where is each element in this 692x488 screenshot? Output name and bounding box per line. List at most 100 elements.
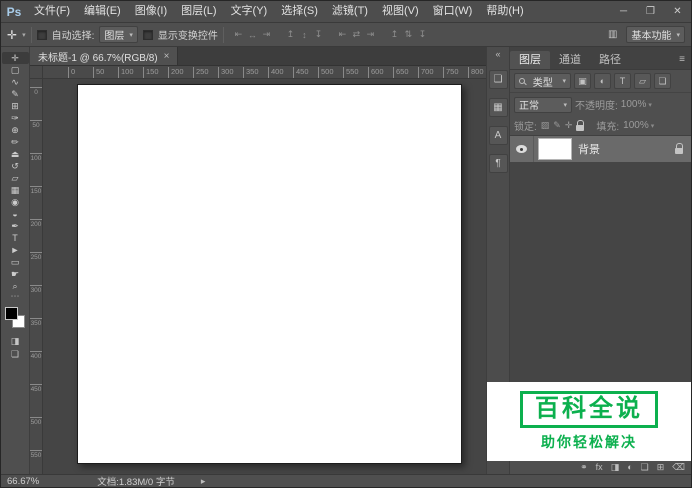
- smart-object-filter-icon[interactable]: ❏: [654, 73, 671, 89]
- tool-preset-caret-icon[interactable]: ▾: [22, 31, 26, 39]
- document-tab-bar: 未标题-1 @ 66.7%(RGB/8) ×: [30, 47, 486, 66]
- history-brush-tool[interactable]: ↺: [2, 160, 29, 172]
- canvas[interactable]: [77, 84, 462, 464]
- layer-group-icon[interactable]: ❑: [641, 463, 649, 472]
- align-left-icon[interactable]: ⇤: [232, 27, 245, 42]
- link-layers-icon[interactable]: ⚭: [580, 463, 588, 472]
- shape-filter-icon[interactable]: ▱: [634, 73, 651, 89]
- move-tool[interactable]: ✛: [2, 52, 29, 64]
- layer-thumbnail[interactable]: [538, 138, 572, 160]
- maximize-button[interactable]: ❐: [637, 1, 664, 22]
- ruler-tick: 0: [68, 67, 75, 78]
- spot-healing-brush-tool[interactable]: ⊕: [2, 124, 29, 136]
- clone-stamp-tool[interactable]: ⏏: [2, 148, 29, 160]
- path-selection-tool[interactable]: ►: [2, 244, 29, 256]
- blend-mode-dropdown[interactable]: 正常: [514, 97, 572, 113]
- align-bottom-icon[interactable]: ↧: [312, 27, 325, 42]
- paragraph-panel-icon[interactable]: ¶: [489, 154, 508, 173]
- tab-channels[interactable]: 通道: [550, 51, 590, 69]
- document-tab-title: 未标题-1 @ 66.7%(RGB/8): [38, 49, 158, 64]
- distribute-middle-icon[interactable]: ⇅: [402, 27, 415, 42]
- horizontal-ruler[interactable]: 0 50 100 150 200 250 300 350 400 450 500…: [43, 66, 486, 79]
- rectangle-tool[interactable]: ▭: [2, 256, 29, 268]
- layer-effects-icon[interactable]: fx: [596, 463, 603, 472]
- distribute-center-horizontal-icon[interactable]: ⇄: [350, 27, 363, 42]
- adjustment-filter-icon[interactable]: ◐: [594, 73, 611, 89]
- swatches-panel-icon[interactable]: ▦: [489, 98, 508, 117]
- menu-layer[interactable]: 图层(L): [174, 1, 223, 22]
- ruler-tick: 800: [468, 67, 484, 78]
- adjustment-layer-icon[interactable]: ◐: [627, 463, 632, 472]
- panel-toggle-icon[interactable]: ▥: [608, 29, 617, 40]
- align-right-icon[interactable]: ⇥: [260, 27, 273, 42]
- layer-row-background[interactable]: 背景: [510, 136, 691, 162]
- menu-view[interactable]: 视图(V): [375, 1, 426, 22]
- opacity-value[interactable]: 100%: [621, 99, 652, 110]
- gradient-tool[interactable]: ▦: [2, 184, 29, 196]
- menu-window[interactable]: 窗口(W): [426, 1, 480, 22]
- lock-transparency-icon[interactable]: ▨: [541, 120, 550, 131]
- new-layer-icon[interactable]: ⊞: [657, 463, 665, 472]
- lock-position-icon[interactable]: ✛: [565, 120, 573, 131]
- separator: [31, 27, 32, 43]
- panel-menu-icon[interactable]: ≡: [673, 51, 691, 69]
- type-tool[interactable]: T: [2, 232, 29, 244]
- ruler-tick: 600: [368, 67, 384, 78]
- lasso-tool[interactable]: ∿: [2, 76, 29, 88]
- document-tab[interactable]: 未标题-1 @ 66.7%(RGB/8) ×: [30, 47, 178, 65]
- delete-layer-icon[interactable]: ⌫: [672, 463, 685, 472]
- zoom-level-field[interactable]: 66.67%: [1, 476, 45, 487]
- blur-tool[interactable]: ◉: [2, 196, 29, 208]
- pixel-filter-icon[interactable]: ▣: [574, 73, 591, 89]
- rectangular-marquee-tool[interactable]: ▢: [2, 64, 29, 76]
- quick-mask-button[interactable]: ◨: [2, 335, 29, 348]
- pen-tool[interactable]: ✒: [2, 220, 29, 232]
- tab-paths[interactable]: 路径: [590, 51, 630, 69]
- crop-tool[interactable]: ⊞: [2, 100, 29, 112]
- lock-all-icon[interactable]: [576, 125, 584, 131]
- character-panel-icon[interactable]: A: [489, 126, 508, 145]
- visibility-cell[interactable]: [510, 136, 534, 162]
- layer-mask-icon[interactable]: ◨: [611, 463, 620, 472]
- menu-image[interactable]: 图像(I): [128, 1, 174, 22]
- lock-pixels-icon[interactable]: ✎: [553, 120, 561, 131]
- filter-type-dropdown[interactable]: 类型: [514, 73, 571, 89]
- workspace-dropdown[interactable]: 基本功能: [626, 26, 685, 43]
- menu-file[interactable]: 文件(F): [27, 1, 77, 22]
- close-button[interactable]: ✕: [664, 1, 691, 22]
- menu-help[interactable]: 帮助(H): [479, 1, 530, 22]
- distribute-bottom-icon[interactable]: ↧: [416, 27, 429, 42]
- eyedropper-tool[interactable]: ✑: [2, 112, 29, 124]
- auto-select-dropdown[interactable]: 图层: [99, 26, 138, 43]
- align-middle-icon[interactable]: ↕: [298, 27, 311, 42]
- hand-tool[interactable]: ☛: [2, 268, 29, 280]
- distribute-top-icon[interactable]: ↥: [388, 27, 401, 42]
- eraser-tool[interactable]: ▱: [2, 172, 29, 184]
- distribute-left-icon[interactable]: ⇤: [336, 27, 349, 42]
- distribute-right-icon[interactable]: ⇥: [364, 27, 377, 42]
- dodge-tool[interactable]: ◒: [2, 208, 29, 220]
- menu-type[interactable]: 文字(Y): [224, 1, 275, 22]
- show-transform-checkbox[interactable]: [143, 30, 153, 40]
- auto-select-checkbox[interactable]: [37, 30, 47, 40]
- tab-layers[interactable]: 图层: [510, 51, 550, 69]
- screen-mode-button[interactable]: ❏: [2, 348, 29, 361]
- status-chevron-icon[interactable]: ▸: [201, 476, 206, 487]
- align-top-icon[interactable]: ↥: [284, 27, 297, 42]
- fill-value[interactable]: 100%: [623, 120, 654, 131]
- minimize-button[interactable]: ─: [610, 1, 637, 22]
- ruler-tick: 150: [143, 67, 159, 78]
- vertical-ruler[interactable]: 0 50 100 150 200 250 300 350 400 450 500…: [30, 79, 43, 474]
- brush-tool[interactable]: ✏: [2, 136, 29, 148]
- edit-toolbar-icon[interactable]: ⋯: [11, 292, 20, 302]
- history-panel-icon[interactable]: ❏: [489, 70, 508, 89]
- menu-filter[interactable]: 滤镜(T): [325, 1, 375, 22]
- quick-selection-tool[interactable]: ✎: [2, 88, 29, 100]
- foreground-color-swatch[interactable]: [5, 307, 18, 320]
- type-filter-icon[interactable]: T: [614, 73, 631, 89]
- menu-edit[interactable]: 编辑(E): [77, 1, 128, 22]
- menu-select[interactable]: 选择(S): [274, 1, 325, 22]
- align-center-horizontal-icon[interactable]: ↔: [246, 27, 259, 42]
- expand-panels-icon[interactable]: «: [495, 49, 500, 61]
- tab-close-icon[interactable]: ×: [164, 51, 170, 62]
